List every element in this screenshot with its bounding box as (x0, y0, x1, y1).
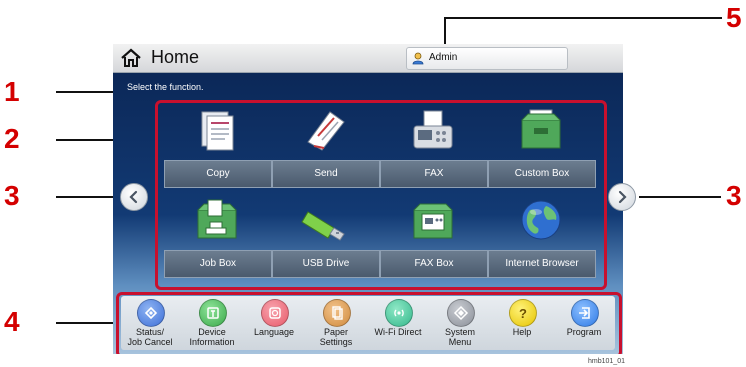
callout-4: 4 (4, 306, 20, 337)
callout-4-line (56, 322, 116, 324)
system-item-label: Program (566, 327, 602, 337)
system-item-label: Status/Job Cancel (127, 327, 173, 347)
instruction-message: Select the function. (127, 82, 204, 92)
system-item-device-information[interactable]: Device Information (181, 296, 243, 350)
function-label: Send (272, 160, 380, 188)
system-item-label: System Menu (444, 327, 475, 347)
home-icon[interactable] (120, 48, 142, 68)
system-item-help[interactable]: ? Help (491, 296, 553, 350)
function-usb-drive[interactable]: USB Drive (272, 194, 380, 282)
paper-settings-icon (323, 299, 351, 327)
system-item-system-menu[interactable]: System Menu (429, 296, 491, 350)
function-label: Job Box (164, 250, 272, 278)
previous-page-button[interactable] (120, 183, 148, 211)
internet-browser-icon (521, 200, 561, 240)
page-title: Home (151, 47, 200, 67)
custom-box-icon (521, 109, 561, 149)
system-item-label: Language (253, 327, 295, 337)
callout-3-right-line (639, 196, 721, 198)
callout-5-line-h (444, 17, 722, 19)
callout-3-right: 3 (726, 180, 742, 211)
function-label: Internet Browser (488, 250, 596, 278)
system-item-paper-settings[interactable]: Paper Settings (305, 296, 367, 350)
function-send[interactable]: Send (272, 104, 380, 192)
function-copy[interactable]: Copy (164, 104, 272, 192)
function-label: FAX Box (380, 250, 488, 278)
usb-drive-icon (301, 211, 345, 241)
program-icon (571, 299, 599, 327)
title-bar: Home Admin (113, 44, 623, 73)
function-label: FAX (380, 160, 488, 188)
system-item-label: Help (512, 327, 532, 337)
system-item-program[interactable]: Program (553, 296, 615, 350)
function-fax-box[interactable]: FAX Box (380, 194, 488, 282)
system-item-label: Device Information (189, 327, 235, 347)
function-label: USB Drive (272, 250, 380, 278)
function-custom-box[interactable]: Custom Box (488, 104, 596, 192)
svg-text:?: ? (519, 306, 527, 321)
callout-3-left-line (56, 196, 118, 198)
device-info-icon (199, 299, 227, 327)
figure-code: hmb101_01 (588, 358, 625, 365)
home-screen: Home Admin Select the function. Copy Sen… (113, 44, 623, 354)
callout-5: 5 (726, 2, 742, 33)
function-label: Custom Box (488, 160, 596, 188)
callout-3-left: 3 (4, 180, 20, 211)
send-icon (307, 111, 345, 151)
next-page-button[interactable] (608, 183, 636, 211)
job-box-icon (197, 199, 237, 239)
callout-2: 2 (4, 123, 20, 154)
language-icon (261, 299, 289, 327)
system-item-wifi-direct[interactable]: Wi-Fi Direct (367, 296, 429, 350)
fax-icon (413, 110, 453, 149)
function-fax[interactable]: FAX (380, 104, 488, 192)
function-job-box[interactable]: Job Box (164, 194, 272, 282)
user-label: Admin (429, 52, 458, 63)
status-icon (137, 299, 165, 327)
chevron-left-icon (129, 190, 138, 204)
copy-icon (201, 111, 234, 151)
system-item-language[interactable]: Language (243, 296, 305, 350)
system-item-status-job-cancel[interactable]: Status/Job Cancel (119, 296, 181, 350)
system-item-label: Wi-Fi Direct (374, 327, 422, 337)
function-label: Copy (164, 160, 272, 188)
system-item-label: Paper Settings (319, 327, 353, 347)
function-internet-browser[interactable]: Internet Browser (488, 194, 596, 282)
user-icon (412, 52, 424, 65)
chevron-right-icon (618, 190, 627, 204)
system-menu-icon (447, 299, 475, 327)
callout-1: 1 (4, 76, 20, 107)
user-login-button[interactable]: Admin (406, 47, 568, 70)
help-icon: ? (509, 299, 537, 327)
wifi-direct-icon (385, 299, 413, 327)
fax-box-icon (413, 203, 453, 239)
